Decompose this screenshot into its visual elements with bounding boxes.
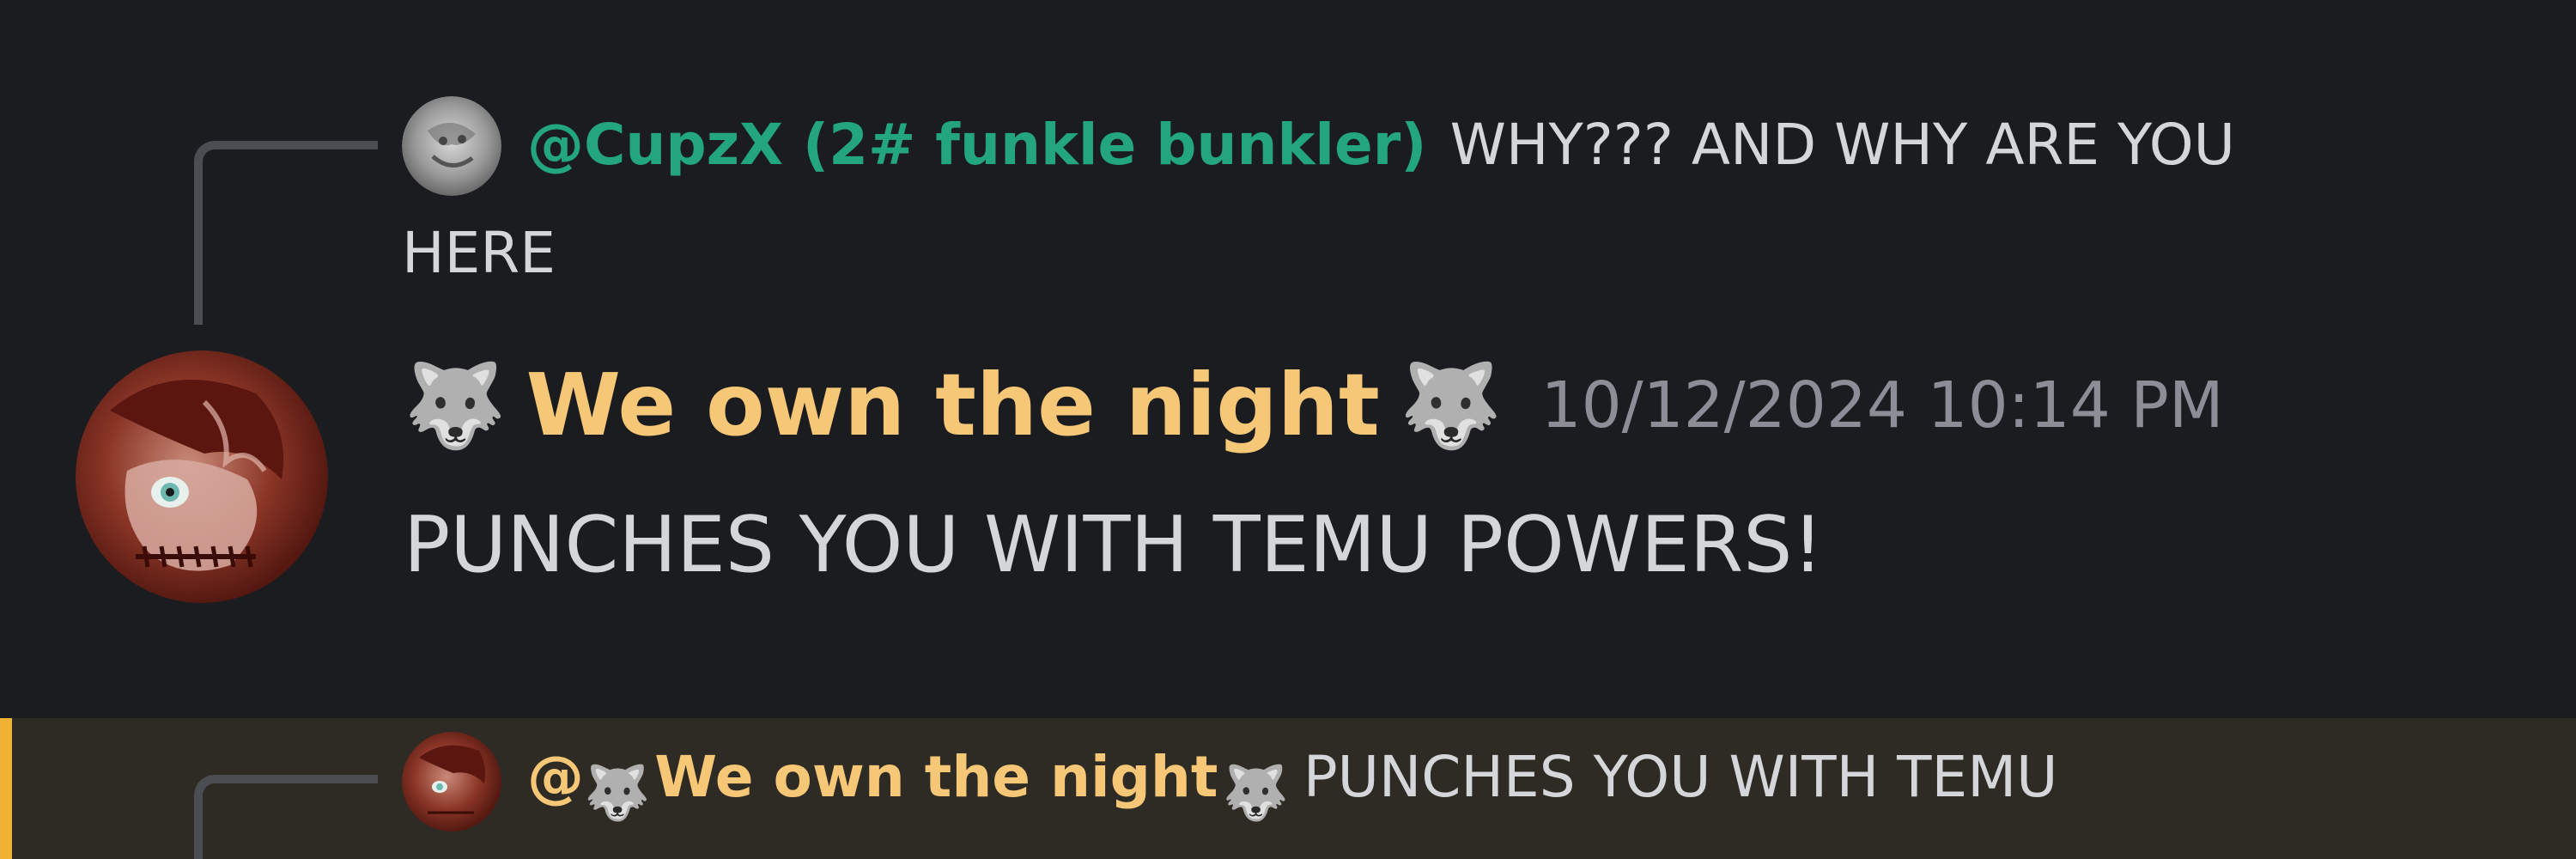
mention-highlight-bar [0,718,12,859]
message-content[interactable]: PUNCHES YOU WITH TEMU POWERS! [404,507,1823,584]
message-timestamp[interactable]: 10/12/2024 10:14 PM [1540,369,2223,442]
message-author[interactable]: We own the night [526,355,1380,455]
reply-bottom-author-prefix[interactable]: @ [527,744,584,810]
reply-avatar-image [402,732,501,832]
reply-top-line1: @CupzX (2# funkle bunkler) WHY??? AND WH… [527,117,2235,174]
wolf-icon: 🐺 [584,760,651,824]
reply-avatar[interactable] [402,96,501,196]
reply-connector [194,775,378,859]
author-avatar-image [76,350,328,603]
reply-avatar-image [402,96,501,196]
message-header: 🐺 We own the night 🐺 10/12/2024 10:14 PM [404,362,2224,448]
author-avatar[interactable] [76,350,328,603]
reply-bottom-author[interactable]: We own the night [654,744,1218,810]
reply-bottom-line: @🐺 We own the night 🐺 PUNCHES YOU WITH T… [527,749,2057,819]
reply-bottom-text[interactable]: PUNCHES YOU WITH TEMU [1303,744,2058,810]
reply-top-line2: HERE [402,225,556,282]
reply-top-text[interactable]: WHY??? AND WHY ARE YOU [1450,112,2235,178]
reply-avatar[interactable] [402,732,501,832]
reply-top-text-continued[interactable]: HERE [402,220,556,286]
wolf-icon: 🐺 [1399,357,1503,454]
chat-view: @CupzX (2# funkle bunkler) WHY??? AND WH… [0,0,2576,859]
reply-connector [194,141,378,325]
reply-top-author[interactable]: @CupzX (2# funkle bunkler) [527,112,1426,178]
wolf-icon: 🐺 [1222,760,1289,824]
wolf-icon: 🐺 [404,357,507,454]
